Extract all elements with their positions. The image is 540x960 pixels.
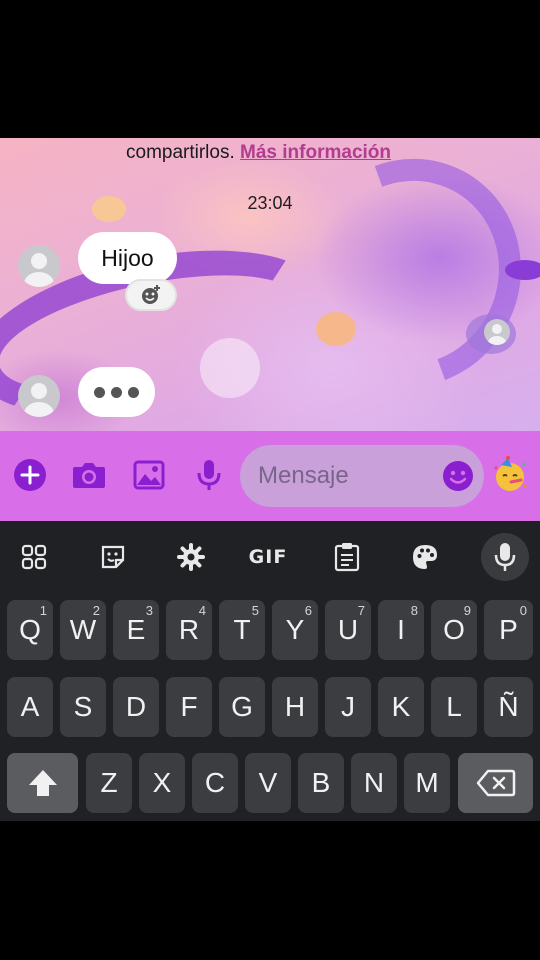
key-r[interactable]: R4 xyxy=(166,600,212,660)
backspace-icon xyxy=(476,769,515,797)
camera-button[interactable] xyxy=(67,453,111,497)
theme-button[interactable] xyxy=(403,535,447,579)
wallpaper-orb xyxy=(200,338,260,398)
key-k[interactable]: K xyxy=(378,677,424,737)
key-i[interactable]: I8 xyxy=(378,600,424,660)
key-c[interactable]: C xyxy=(192,753,238,813)
incoming-message-bubble[interactable]: Hijoo xyxy=(78,232,177,284)
key-b[interactable]: B xyxy=(298,753,344,813)
party-emoji-icon xyxy=(494,456,527,491)
clipboard-icon xyxy=(334,543,360,572)
voice-typing-button[interactable] xyxy=(481,533,529,581)
sticker-icon xyxy=(101,545,125,569)
key-p[interactable]: P0 xyxy=(484,600,533,660)
key-a[interactable]: A xyxy=(7,677,53,737)
apps-grid-button[interactable] xyxy=(12,535,56,579)
key-m[interactable]: M xyxy=(404,753,450,813)
gif-button[interactable]: GIF xyxy=(246,535,290,579)
key-e[interactable]: E3 xyxy=(113,600,159,660)
key-x[interactable]: X xyxy=(139,753,185,813)
shift-arrow-icon xyxy=(28,770,57,796)
read-receipt-avatar xyxy=(484,319,510,345)
message-input[interactable] xyxy=(258,462,428,490)
message-input-field[interactable] xyxy=(240,445,484,507)
gallery-button[interactable] xyxy=(127,453,171,497)
microphone-icon xyxy=(197,460,221,490)
key-f[interactable]: F xyxy=(166,677,212,737)
key-o[interactable]: O9 xyxy=(431,600,477,660)
typing-dots-icon xyxy=(94,386,139,398)
keyboard-toolbar: GIF xyxy=(0,521,540,593)
add-reaction-icon xyxy=(142,285,160,304)
key-z[interactable]: Z xyxy=(86,753,132,813)
shift-key[interactable] xyxy=(7,753,78,813)
key-u[interactable]: U7 xyxy=(325,600,371,660)
gallery-icon xyxy=(133,460,165,490)
top-black-area xyxy=(0,0,540,138)
key-d[interactable]: D xyxy=(113,677,159,737)
typing-contact-avatar[interactable] xyxy=(18,375,60,417)
key-j[interactable]: J xyxy=(325,677,371,737)
key-enye[interactable]: Ñ xyxy=(484,677,533,737)
voice-button[interactable] xyxy=(187,453,231,497)
plus-icon xyxy=(14,459,46,491)
key-t[interactable]: T5 xyxy=(219,600,265,660)
key-y[interactable]: Y6 xyxy=(272,600,318,660)
microphone-icon xyxy=(494,543,516,571)
more-info-link[interactable]: Más información xyxy=(240,142,391,163)
key-h[interactable]: H xyxy=(272,677,318,737)
quick-reaction-button[interactable] xyxy=(488,453,532,497)
typing-indicator-bubble xyxy=(78,367,155,417)
key-n[interactable]: N xyxy=(351,753,397,813)
apps-grid-icon xyxy=(21,544,47,570)
message-text: Hijoo xyxy=(101,244,154,271)
camera-icon xyxy=(73,463,105,488)
key-s[interactable]: S xyxy=(60,677,106,737)
bottom-black-area xyxy=(0,821,540,960)
key-w[interactable]: W2 xyxy=(60,600,106,660)
message-timestamp: 23:04 xyxy=(247,193,293,213)
key-q[interactable]: Q1 xyxy=(7,600,53,660)
sticker-button[interactable] xyxy=(91,535,135,579)
smiley-icon xyxy=(443,461,473,491)
wallpaper-swoosh-2 xyxy=(261,138,540,424)
clipboard-button[interactable] xyxy=(325,535,369,579)
add-reaction-button[interactable] xyxy=(125,279,177,311)
message-composer-bar xyxy=(0,431,540,521)
on-screen-keyboard: GIF Q1 W2 E3 R 4 T 5 Y 6 U 7 I 8 O 9 P 0… xyxy=(0,521,540,821)
chat-area[interactable]: compartirlos. Más información 23:04 Hijo… xyxy=(0,138,540,431)
wallpaper-orb xyxy=(316,312,356,346)
key-g[interactable]: G xyxy=(219,677,265,737)
privacy-info-text: compartirlos. Más información xyxy=(126,142,391,164)
key-v[interactable]: V xyxy=(245,753,291,813)
emoji-button[interactable] xyxy=(442,460,474,497)
contact-avatar[interactable] xyxy=(18,245,60,287)
settings-button[interactable] xyxy=(169,535,213,579)
plus-button[interactable] xyxy=(8,453,52,497)
key-l[interactable]: L xyxy=(431,677,477,737)
wallpaper-orb xyxy=(505,260,540,280)
backspace-key[interactable] xyxy=(458,753,533,813)
gear-icon xyxy=(177,543,205,571)
palette-icon xyxy=(413,545,437,569)
info-text: compartirlos. xyxy=(126,142,235,163)
